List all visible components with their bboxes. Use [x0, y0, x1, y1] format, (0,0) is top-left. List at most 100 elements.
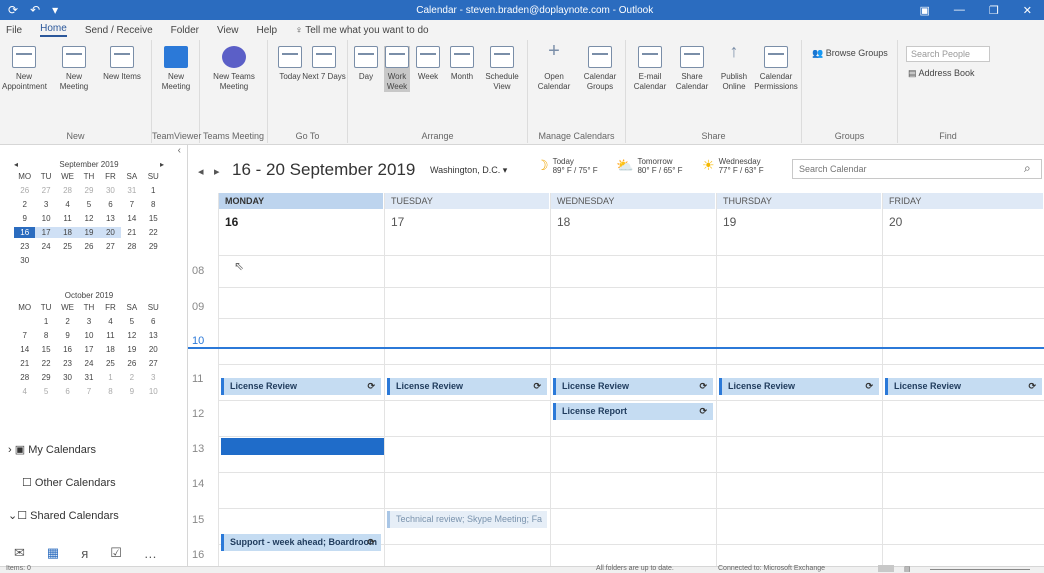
mini-date[interactable]: 12 — [121, 330, 142, 341]
other-calendars-node[interactable]: ☐ Other Calendars — [22, 476, 116, 489]
mini-date[interactable]: 20 — [143, 344, 164, 355]
mini-date[interactable]: 27 — [35, 185, 56, 196]
mini-date[interactable]: 14 — [121, 213, 142, 224]
mini-date[interactable]: 2 — [14, 199, 35, 210]
mini-date[interactable]: 18 — [100, 344, 121, 355]
publish-online-button[interactable]: ↑ Publish Online — [712, 42, 756, 92]
mini-date[interactable]: 2 — [57, 316, 78, 327]
mini-date[interactable]: 20 — [99, 227, 122, 238]
mini-date[interactable]: 26 — [78, 241, 99, 252]
search-calendar-input[interactable] — [792, 159, 1042, 179]
new-appointment-button[interactable]: New Appointment — [2, 46, 47, 92]
day-header-monday[interactable]: MONDAY — [219, 193, 384, 209]
mini-date[interactable]: 10 — [35, 213, 56, 224]
day-view-button[interactable]: Day — [348, 46, 384, 82]
tell-me-box[interactable]: ♀ Tell me what you want to do — [295, 25, 429, 36]
mini-date[interactable]: 18 — [56, 227, 79, 238]
mini-date[interactable]: 3 — [143, 372, 164, 383]
mini-date[interactable]: 8 — [143, 199, 164, 210]
day-header-thursday[interactable]: THURSDAY — [717, 193, 882, 209]
mini-date[interactable]: 12 — [78, 213, 99, 224]
mini-date[interactable]: 29 — [143, 241, 164, 252]
new-items-button[interactable]: New Items — [100, 46, 144, 82]
close-button[interactable]: ✕ — [1023, 4, 1032, 17]
shared-calendars-node[interactable]: ⌄☐ Shared Calendars — [8, 509, 119, 522]
mini-date[interactable]: 27 — [100, 241, 121, 252]
mini-date[interactable]: 30 — [57, 372, 78, 383]
mini-date[interactable]: 1 — [35, 316, 56, 327]
mini-date[interactable]: 17 — [78, 344, 99, 355]
more-icon[interactable]: … — [144, 546, 157, 561]
mini-date[interactable]: 19 — [78, 227, 100, 238]
tab-view[interactable]: View — [217, 25, 239, 36]
event-license-review-tue[interactable]: License Review ⟳ — [387, 378, 547, 395]
mini-date[interactable]: 28 — [14, 372, 35, 383]
mini-date[interactable]: 6 — [100, 199, 121, 210]
event-technical-review-tue[interactable]: Technical review; Skype Meeting; Fa — [387, 511, 547, 528]
mini-date[interactable]: 7 — [14, 330, 35, 341]
mini-date[interactable]: 6 — [57, 386, 78, 397]
mini-date[interactable]: 8 — [35, 330, 56, 341]
tab-file[interactable]: File — [6, 25, 22, 36]
tab-home[interactable]: Home — [40, 23, 67, 37]
undo-icon[interactable]: ↶ — [30, 3, 40, 17]
reading-view-icon[interactable]: ▤ — [904, 565, 911, 573]
mini-date[interactable]: 1 — [100, 372, 121, 383]
teamviewer-meeting-button[interactable]: New Meeting — [154, 46, 198, 92]
event-license-review-wed[interactable]: License Review ⟳ — [553, 378, 713, 395]
event-selected-slot[interactable] — [221, 438, 384, 455]
checkbox-icon[interactable]: ☐ — [22, 477, 35, 489]
tab-help[interactable]: Help — [257, 25, 278, 36]
open-calendar-button[interactable]: + Open Calendar — [532, 41, 576, 92]
search-people-input[interactable]: Search People — [906, 46, 990, 62]
mini-date[interactable]: 7 — [121, 199, 142, 210]
next-month-icon[interactable]: ▸ — [160, 160, 164, 169]
mini-date[interactable]: 16 — [14, 227, 36, 238]
mini-date[interactable]: 30 — [14, 255, 35, 266]
mini-date[interactable]: 16 — [57, 344, 78, 355]
mini-date[interactable]: 25 — [57, 241, 78, 252]
new-meeting-button[interactable]: New Meeting — [52, 46, 96, 92]
mini-date[interactable]: 14 — [14, 344, 35, 355]
prev-week-icon[interactable]: ◂ — [198, 165, 204, 178]
ribbon-display-icon[interactable]: ▣ — [920, 4, 930, 17]
mini-date[interactable] — [14, 316, 35, 327]
event-license-review-fri[interactable]: License Review ⟳ — [885, 378, 1042, 395]
mini-date[interactable]: 11 — [57, 213, 78, 224]
maximize-button[interactable]: ❐ — [989, 4, 999, 17]
day-header-wednesday[interactable]: WEDNESDAY — [551, 193, 716, 209]
mini-date[interactable]: 15 — [35, 344, 56, 355]
mini-date[interactable]: 6 — [143, 316, 164, 327]
mini-date[interactable]: 4 — [57, 199, 78, 210]
mini-date[interactable]: 28 — [57, 185, 78, 196]
search-icon[interactable]: ⌕ — [1024, 161, 1031, 176]
mini-date[interactable]: 21 — [14, 358, 35, 369]
mini-date[interactable]: 23 — [57, 358, 78, 369]
mini-date[interactable]: 26 — [14, 185, 35, 196]
people-icon[interactable]: ᴙ — [81, 546, 88, 561]
mini-date[interactable]: 13 — [143, 330, 164, 341]
mini-date[interactable]: 3 — [78, 316, 99, 327]
address-book-button[interactable]: ▤ Address Book — [908, 68, 975, 79]
browse-groups-button[interactable]: 👥 Browse Groups — [812, 48, 888, 59]
mini-date[interactable]: 10 — [143, 386, 164, 397]
mini-date[interactable]: 8 — [100, 386, 121, 397]
mini-date[interactable]: 23 — [14, 241, 35, 252]
customize-icon[interactable]: ▾ — [52, 3, 58, 17]
calendar-icon[interactable]: ▦ — [47, 545, 59, 561]
mini-date[interactable]: 9 — [14, 213, 35, 224]
checkbox-icon[interactable]: ☐ — [17, 510, 30, 522]
mini-date[interactable]: 26 — [121, 358, 142, 369]
next-week-icon[interactable]: ▸ — [214, 165, 220, 178]
mini-date[interactable]: 31 — [121, 185, 142, 196]
work-week-view-button[interactable]: Work Week — [384, 46, 410, 92]
mini-date[interactable]: 31 — [78, 372, 99, 383]
mini-date[interactable]: 9 — [121, 386, 142, 397]
calendar-permissions-button[interactable]: Calendar Permissions — [754, 46, 798, 92]
mini-date[interactable]: 17 — [35, 227, 57, 238]
month-view-button[interactable]: Month — [446, 46, 478, 82]
mini-date[interactable]: 5 — [78, 199, 99, 210]
week-view-button[interactable]: Week — [414, 46, 442, 82]
mini-date[interactable]: 1 — [143, 185, 164, 196]
mini-date[interactable]: 29 — [78, 185, 99, 196]
